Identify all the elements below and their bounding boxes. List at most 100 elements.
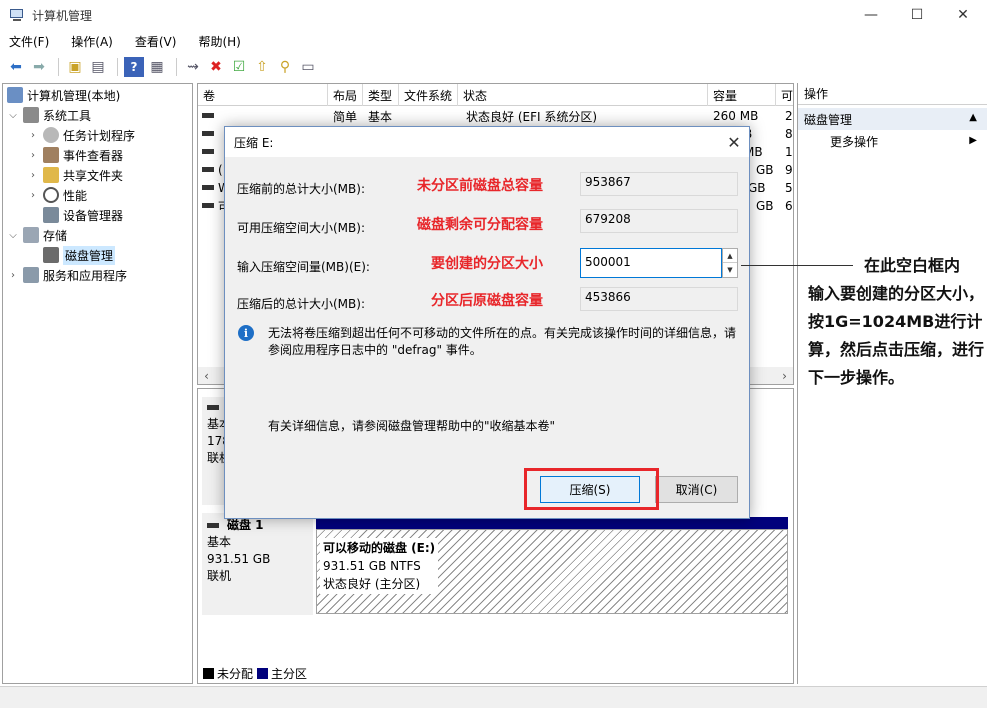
annotation-total-before: 未分区前磁盘总容量 — [417, 178, 543, 194]
import-icon[interactable]: ⇧ — [252, 57, 272, 77]
tree-item-storage[interactable]: ⌵ 存储 — [7, 225, 67, 245]
cancel-button[interactable]: 取消(C) — [655, 476, 738, 503]
delete-icon[interactable]: ✖ — [206, 57, 226, 77]
dialog-close-icon[interactable]: ✕ — [719, 127, 749, 157]
tree-item-device-manager[interactable]: 设备管理器 — [43, 205, 123, 225]
up-folder-icon[interactable]: ▣ — [65, 57, 85, 77]
legend-unallocated-swatch — [203, 668, 214, 679]
total-before-value: 953867 — [580, 172, 738, 196]
window-title: 计算机管理 — [32, 8, 93, 23]
volume-icon — [202, 149, 214, 154]
close-button[interactable]: ✕ — [940, 0, 986, 30]
cell-status: 状态良好 (EFI 系统分区) — [466, 109, 598, 124]
view-icon[interactable]: ▭ — [298, 57, 318, 77]
search-icon[interactable]: ⚲ — [275, 57, 295, 77]
shared-folder-icon — [43, 167, 59, 183]
cell-free: 8 — [785, 127, 793, 141]
partition-e-info: 可以移动的磁盘 (E:) 931.51 GB NTFS 状态良好 (主分区) — [320, 538, 439, 594]
partition-e-status: 状态良好 (主分区) — [323, 577, 421, 591]
dialog-title-bar: 压缩 E: ✕ — [225, 127, 749, 157]
callout-annotation: 在此空白框内 输入要创建的分区大小，按1G=1024MB进行计算，然后点击压缩，… — [808, 252, 987, 392]
menu-help[interactable]: 帮助(H) — [195, 33, 243, 50]
disk-1-name: 磁盘 1 — [227, 518, 264, 532]
shrink-amount-spinner[interactable]: ▲ ▼ — [722, 248, 738, 278]
cell-capacity: GB — [756, 163, 774, 177]
disk-1-type: 基本 — [207, 535, 232, 549]
menu-bar: 文件(F) 操作(A) 查看(V) 帮助(H) — [0, 31, 987, 51]
table-row[interactable]: 简单 基本 状态良好 (EFI 系统分区) 260 MB 2 — [198, 107, 793, 125]
tree-item-shared-folders[interactable]: › 共享文件夹 — [27, 165, 123, 185]
legend: 未分配 主分区 — [203, 665, 307, 682]
cell-type: 基本 — [368, 109, 393, 124]
spin-up-icon[interactable]: ▲ — [723, 249, 737, 263]
show-hide-tree-icon[interactable]: ▤ — [88, 57, 108, 77]
toolbar-separator — [176, 58, 177, 76]
partition-e-size: 931.51 GB NTFS — [323, 559, 421, 573]
legend-unallocated: 未分配 — [217, 667, 254, 681]
chevron-down-icon[interactable]: ⌵ — [7, 110, 19, 121]
column-capacity[interactable]: 容量 — [708, 84, 776, 106]
menu-action[interactable]: 操作(A) — [68, 33, 116, 50]
volume-icon — [202, 113, 214, 118]
properties-icon[interactable]: ▦ — [147, 57, 167, 77]
cell-free: 9 — [785, 163, 793, 177]
column-layout[interactable]: 布局 — [328, 84, 363, 106]
shrink-amount-input[interactable]: 500001 — [580, 248, 722, 278]
chevron-right-icon[interactable]: › — [7, 270, 19, 281]
title-bar: 计算机管理 — ☐ ✕ — [0, 0, 987, 30]
toolbar-separator — [117, 58, 118, 76]
event-log-icon — [43, 147, 59, 163]
toolbar-separator — [58, 58, 59, 76]
performance-icon — [43, 187, 59, 203]
tree-item-task-scheduler[interactable]: › 任务计划程序 — [27, 125, 135, 145]
cell-free: 2 — [785, 109, 793, 123]
column-free[interactable]: 可 — [776, 84, 793, 106]
tree-item-root[interactable]: 计算机管理(本地) — [7, 85, 120, 105]
shrink-dialog: 压缩 E: ✕ 压缩前的总计大小(MB): 未分区前磁盘总容量 953867 可… — [224, 126, 750, 519]
partition-e[interactable]: 可以移动的磁盘 (E:) 931.51 GB NTFS 状态良好 (主分区) — [316, 529, 788, 614]
spin-down-icon[interactable]: ▼ — [723, 263, 737, 277]
shrink-amount-label: 输入压缩空间量(MB)(E): — [237, 260, 370, 274]
maximize-button[interactable]: ☐ — [894, 0, 940, 30]
submenu-arrow-icon: ▶ — [969, 135, 977, 146]
column-filesystem[interactable]: 文件系统 — [399, 84, 458, 106]
scroll-left-icon[interactable]: ‹ — [198, 367, 215, 384]
forward-icon[interactable]: ➡ — [29, 57, 49, 77]
volume-icon — [202, 167, 214, 172]
tree-item-event-viewer[interactable]: › 事件查看器 — [27, 145, 123, 165]
collapse-up-icon[interactable]: ▲ — [969, 112, 977, 123]
actions-section-disk-management[interactable]: 磁盘管理 ▲ — [798, 108, 987, 130]
disk-1-info[interactable]: 磁盘 1 基本 931.51 GB 联机 — [202, 513, 313, 615]
partition-e-name: 可以移动的磁盘 (E:) — [323, 541, 436, 555]
scroll-right-icon[interactable]: › — [776, 367, 793, 384]
chevron-right-icon[interactable]: › — [27, 170, 39, 181]
volume-icon — [202, 131, 214, 136]
tree-item-performance[interactable]: › 性能 — [27, 185, 87, 205]
chevron-right-icon[interactable]: › — [27, 190, 39, 201]
menu-file[interactable]: 文件(F) — [6, 33, 52, 50]
clock-icon — [43, 127, 59, 143]
column-type[interactable]: 类型 — [363, 84, 399, 106]
chevron-right-icon[interactable]: › — [27, 130, 39, 141]
column-volume[interactable]: 卷 — [198, 84, 328, 106]
storage-icon — [23, 227, 39, 243]
tree-item-system-tools[interactable]: ⌵ 系统工具 — [7, 105, 91, 125]
back-icon[interactable]: ⬅ — [6, 57, 26, 77]
disk-icon — [207, 523, 219, 528]
help-message: 有关详细信息，请参阅磁盘管理帮助中的"收缩基本卷" — [268, 419, 556, 433]
chevron-right-icon[interactable]: › — [27, 150, 39, 161]
volume-icon — [202, 185, 214, 190]
tree-item-services[interactable]: › 服务和应用程序 — [7, 265, 127, 285]
tree-item-disk-management[interactable]: 磁盘管理 — [43, 245, 116, 265]
connect-icon[interactable]: ⇝ — [183, 57, 203, 77]
cell-volume: ( — [218, 163, 223, 177]
check-icon[interactable]: ☑ — [229, 57, 249, 77]
column-status[interactable]: 状态 — [458, 84, 708, 106]
minimize-button[interactable]: — — [848, 0, 894, 30]
menu-view[interactable]: 查看(V) — [132, 33, 180, 50]
info-icon: i — [238, 325, 254, 341]
chevron-down-icon[interactable]: ⌵ — [7, 230, 19, 241]
more-actions[interactable]: 更多操作 ▶ — [798, 130, 987, 152]
help-icon[interactable]: ? — [124, 57, 144, 77]
total-after-value: 453866 — [580, 287, 738, 311]
